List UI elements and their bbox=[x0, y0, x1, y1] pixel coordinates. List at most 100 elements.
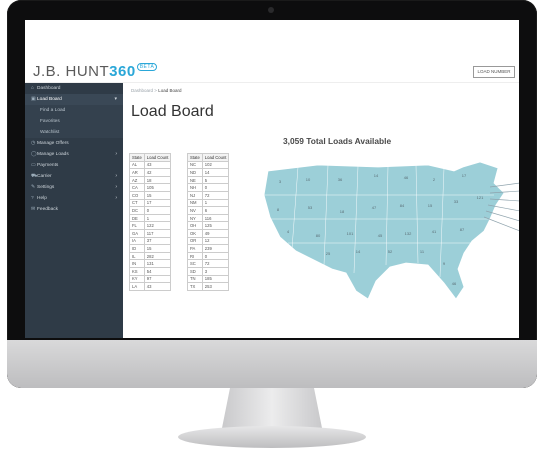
table-row[interactable]: NM 1 bbox=[187, 198, 230, 208]
load-count-cell: 37 bbox=[143, 236, 172, 246]
sidebar-item-dashboard[interactable]: ⌂ Dashboard bbox=[25, 83, 123, 94]
table-row[interactable]: AZ 18 bbox=[129, 175, 172, 185]
sidebar-item-favorites[interactable]: Favorites bbox=[25, 116, 123, 127]
table-row[interactable]: TX 253 bbox=[187, 282, 230, 291]
table-row[interactable]: DC 0 bbox=[129, 206, 172, 215]
table-row[interactable]: OK 49 bbox=[187, 228, 230, 238]
column-header-load-count[interactable]: Load Count bbox=[143, 153, 172, 162]
sidebar-item-help[interactable]: ? Help › bbox=[25, 193, 123, 204]
column-header-state[interactable]: State bbox=[187, 153, 203, 162]
state-load-label: 33 bbox=[454, 199, 459, 204]
table-row[interactable]: NY 116 bbox=[187, 213, 230, 223]
table-row[interactable]: NE 5 bbox=[187, 175, 230, 185]
state-cell: CA bbox=[129, 183, 145, 192]
state-cell: AL bbox=[129, 160, 145, 170]
us-loads-map[interactable]: 3 10 3614 46 2178 531847 84 1533121480 101 45 132 4… bbox=[258, 153, 519, 308]
table-row[interactable]: KS 54 bbox=[129, 266, 172, 276]
table-row[interactable]: NJ 72 bbox=[187, 190, 230, 200]
chevron-right-icon: › bbox=[115, 195, 117, 201]
chevron-right-icon: › bbox=[115, 173, 117, 179]
state-cell: IL bbox=[129, 251, 145, 261]
table-row[interactable]: KY 97 bbox=[129, 274, 172, 284]
app-logo[interactable]: J.B. HUNT360 BETA bbox=[33, 63, 158, 80]
state-cell: IN bbox=[129, 259, 145, 268]
total-loads-heading: 3,059 Total Loads Available bbox=[283, 136, 392, 146]
table-row[interactable]: CT 17 bbox=[129, 198, 172, 208]
state-cell: SC bbox=[187, 259, 203, 268]
load-count-cell: 239 bbox=[201, 244, 230, 253]
sidebar-item-find-a-load[interactable]: Find a Load bbox=[25, 105, 123, 116]
table-row[interactable]: IL 282 bbox=[129, 251, 172, 261]
table-row[interactable]: AL 43 bbox=[129, 160, 172, 170]
table-row[interactable]: SD 3 bbox=[187, 266, 230, 276]
state-cell: KY bbox=[129, 274, 145, 284]
sidebar-item-watchlist[interactable]: Watchlist bbox=[25, 127, 123, 138]
load-count-table-left: State Load Count AL 43 AR 42 AZ 18 CA 105 CO 15 CT… bbox=[129, 153, 172, 291]
load-count-cell: 3 bbox=[201, 266, 230, 276]
load-count-cell: 185 bbox=[201, 274, 230, 284]
load-number-field[interactable]: LOAD NUMBER bbox=[473, 66, 515, 78]
load-count-cell: 42 bbox=[143, 168, 172, 177]
table-row[interactable]: LA 43 bbox=[129, 282, 172, 291]
load-count-cell: 5 bbox=[201, 175, 230, 185]
load-count-cell: 253 bbox=[201, 282, 230, 291]
sidebar-item-load-board[interactable]: ▣Load Board ▾ bbox=[25, 94, 123, 105]
sidebar-item-manage-loads[interactable]: ◯Manage Loads › bbox=[25, 149, 123, 160]
table-row[interactable]: TN 185 bbox=[187, 274, 230, 284]
table-row[interactable]: NV 6 bbox=[187, 206, 230, 215]
state-load-label: 36 bbox=[338, 177, 343, 182]
state-load-label: 41 bbox=[432, 229, 437, 234]
sidebar-item-carrier[interactable]: ⛟Carrier › bbox=[25, 171, 123, 182]
breadcrumb-dashboard[interactable]: Dashboard bbox=[131, 88, 153, 93]
state-cell: CO bbox=[129, 190, 145, 200]
load-count-cell: 105 bbox=[143, 183, 172, 192]
table-row[interactable]: PA 239 bbox=[187, 244, 230, 253]
table-row[interactable]: CA 105 bbox=[129, 183, 172, 192]
state-cell: PA bbox=[187, 244, 203, 253]
table-row[interactable]: NH 0 bbox=[187, 183, 230, 192]
table-row[interactable]: IA 37 bbox=[129, 236, 172, 246]
load-count-cell: 6 bbox=[201, 206, 230, 215]
state-cell: FL bbox=[129, 221, 145, 230]
load-count-cell: 1 bbox=[143, 213, 172, 223]
us-map-shape[interactable] bbox=[263, 161, 505, 300]
state-cell: KS bbox=[129, 266, 145, 276]
table-row[interactable]: DE 1 bbox=[129, 213, 172, 223]
load-count-cell: 15 bbox=[143, 244, 172, 253]
table-row[interactable]: FL 122 bbox=[129, 221, 172, 230]
table-row[interactable]: ND 14 bbox=[187, 168, 230, 177]
table-row[interactable]: IN 131 bbox=[129, 259, 172, 268]
monitor-stand bbox=[222, 388, 322, 428]
table-row[interactable]: RI 0 bbox=[187, 251, 230, 261]
load-count-cell: 0 bbox=[143, 206, 172, 215]
state-cell: SD bbox=[187, 266, 203, 276]
sidebar-item-settings[interactable]: ✎ Settings › bbox=[25, 182, 123, 193]
load-count-cell: 122 bbox=[143, 221, 172, 230]
state-load-label: 52 bbox=[388, 249, 393, 254]
state-load-label: 132 bbox=[405, 231, 412, 236]
table-row[interactable]: AR 42 bbox=[129, 168, 172, 177]
load-count-cell: 49 bbox=[201, 228, 230, 238]
column-header-state[interactable]: State bbox=[129, 153, 145, 162]
table-row[interactable]: OH 125 bbox=[187, 221, 230, 230]
sidebar-item-feedback[interactable]: ✉ Feedback bbox=[25, 204, 123, 215]
state-cell: NC bbox=[187, 160, 203, 170]
sidebar-item-manage-offers[interactable]: ◷ Manage Offers bbox=[25, 138, 123, 149]
load-count-cell: 102 bbox=[201, 160, 230, 170]
state-cell: AZ bbox=[129, 175, 145, 185]
table-row[interactable]: NC 102 bbox=[187, 160, 230, 170]
state-load-label: 53 bbox=[308, 205, 313, 210]
load-count-cell: 18 bbox=[143, 175, 172, 185]
state-cell: OH bbox=[187, 221, 203, 230]
table-row[interactable]: SC 72 bbox=[187, 259, 230, 268]
table-row[interactable]: CO 15 bbox=[129, 190, 172, 200]
state-cell: GA bbox=[129, 228, 145, 238]
load-count-cell: 131 bbox=[143, 259, 172, 268]
table-row[interactable]: GA 117 bbox=[129, 228, 172, 238]
state-load-label: 101 bbox=[347, 231, 354, 236]
table-row[interactable]: OR 12 bbox=[187, 236, 230, 246]
table-row[interactable]: ID 15 bbox=[129, 244, 172, 253]
screen: J.B. HUNT360 BETA LOAD NUMBER ⌂ Dashboard … bbox=[25, 20, 519, 338]
sidebar-item-payments[interactable]: ▭Payments bbox=[25, 160, 123, 171]
column-header-load-count[interactable]: Load Count bbox=[201, 153, 230, 162]
